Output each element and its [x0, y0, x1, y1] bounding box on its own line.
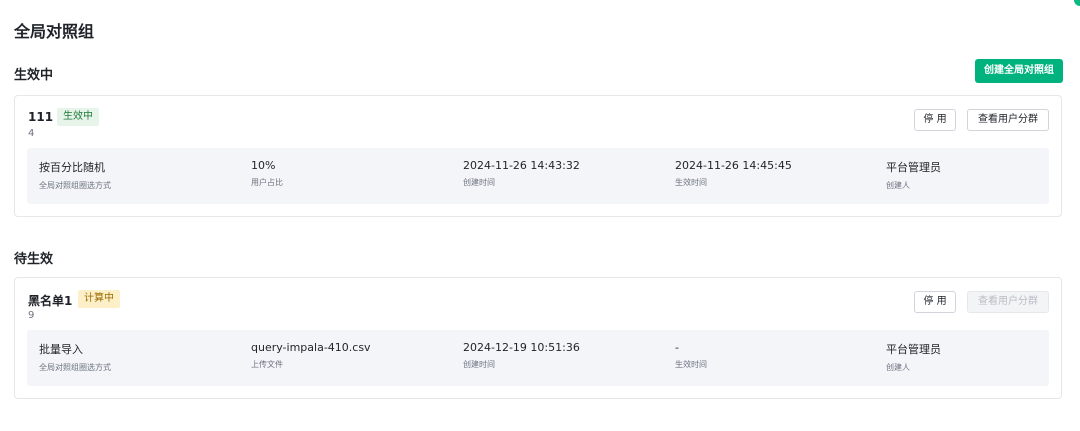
card-header: 黑名单1 计算中 9 停 用 查看用户分群 [15, 278, 1061, 330]
info-field-upload-file: query-impala-410.csv 上传文件 [251, 341, 371, 370]
card-name: 黑名单1 [28, 294, 73, 308]
section-title-active: 生效中 [14, 68, 54, 83]
control-group-card: 黑名单1 计算中 9 停 用 查看用户分群 批量导入 全局对照组圈选方式 que… [14, 277, 1062, 399]
info-field-created-time: 2024-11-26 14:43:32 创建时间 [463, 159, 580, 188]
info-label: 生效时间 [675, 178, 707, 187]
info-label: 上传文件 [251, 360, 283, 369]
control-group-card: 111 生效中 4 停 用 查看用户分群 按百分比随机 全局对照组圈选方式 10… [14, 95, 1062, 217]
info-label: 创建人 [886, 363, 910, 372]
info-field-creator: 平台管理员 创建人 [886, 159, 941, 191]
info-value: - [675, 341, 679, 354]
info-label: 全局对照组圈选方式 [39, 363, 111, 372]
info-panel: 批量导入 全局对照组圈选方式 query-impala-410.csv 上传文件… [27, 330, 1049, 386]
page-title: 全局对照组 [14, 22, 95, 41]
info-value: 批量导入 [39, 343, 83, 356]
info-label: 创建时间 [463, 178, 495, 187]
stop-button[interactable]: 停 用 [914, 109, 956, 131]
corner-accent [1074, 0, 1080, 6]
info-field-effective-time: - 生效时间 [675, 341, 707, 370]
card-name: 111 [28, 110, 54, 124]
info-field-creator: 平台管理员 创建人 [886, 341, 941, 373]
info-field-method: 按百分比随机 全局对照组圈选方式 [39, 159, 111, 191]
info-label: 创建时间 [463, 360, 495, 369]
info-value: 平台管理员 [886, 161, 941, 174]
info-value: 2024-12-19 10:51:36 [463, 341, 580, 354]
info-value: 2024-11-26 14:43:32 [463, 159, 580, 172]
info-value: 2024-11-26 14:45:45 [675, 159, 792, 172]
info-field-method: 批量导入 全局对照组圈选方式 [39, 341, 111, 373]
info-value: 10% [251, 159, 276, 172]
section-title-pending: 待生效 [14, 252, 54, 267]
status-badge: 生效中 [57, 108, 99, 126]
info-value: 平台管理员 [886, 343, 941, 356]
stop-button[interactable]: 停 用 [914, 291, 956, 313]
info-label: 创建人 [886, 181, 910, 190]
info-label: 生效时间 [675, 360, 707, 369]
info-label: 全局对照组圈选方式 [39, 181, 111, 190]
info-panel: 按百分比随机 全局对照组圈选方式 10% 用户占比 2024-11-26 14:… [27, 148, 1049, 204]
info-field-effective-time: 2024-11-26 14:45:45 生效时间 [675, 159, 792, 188]
info-label: 用户占比 [251, 178, 283, 187]
view-user-segment-button: 查看用户分群 [967, 291, 1049, 313]
view-user-segment-button[interactable]: 查看用户分群 [967, 109, 1049, 131]
status-badge: 计算中 [78, 290, 120, 308]
card-count: 4 [28, 128, 35, 139]
card-header: 111 生效中 4 停 用 查看用户分群 [15, 96, 1061, 148]
info-value: query-impala-410.csv [251, 341, 371, 354]
info-value: 按百分比随机 [39, 161, 105, 174]
info-field-created-time: 2024-12-19 10:51:36 创建时间 [463, 341, 580, 370]
card-count: 9 [28, 310, 35, 321]
create-global-control-group-button[interactable]: 创建全局对照组 [975, 59, 1063, 83]
info-field-ratio: 10% 用户占比 [251, 159, 283, 188]
